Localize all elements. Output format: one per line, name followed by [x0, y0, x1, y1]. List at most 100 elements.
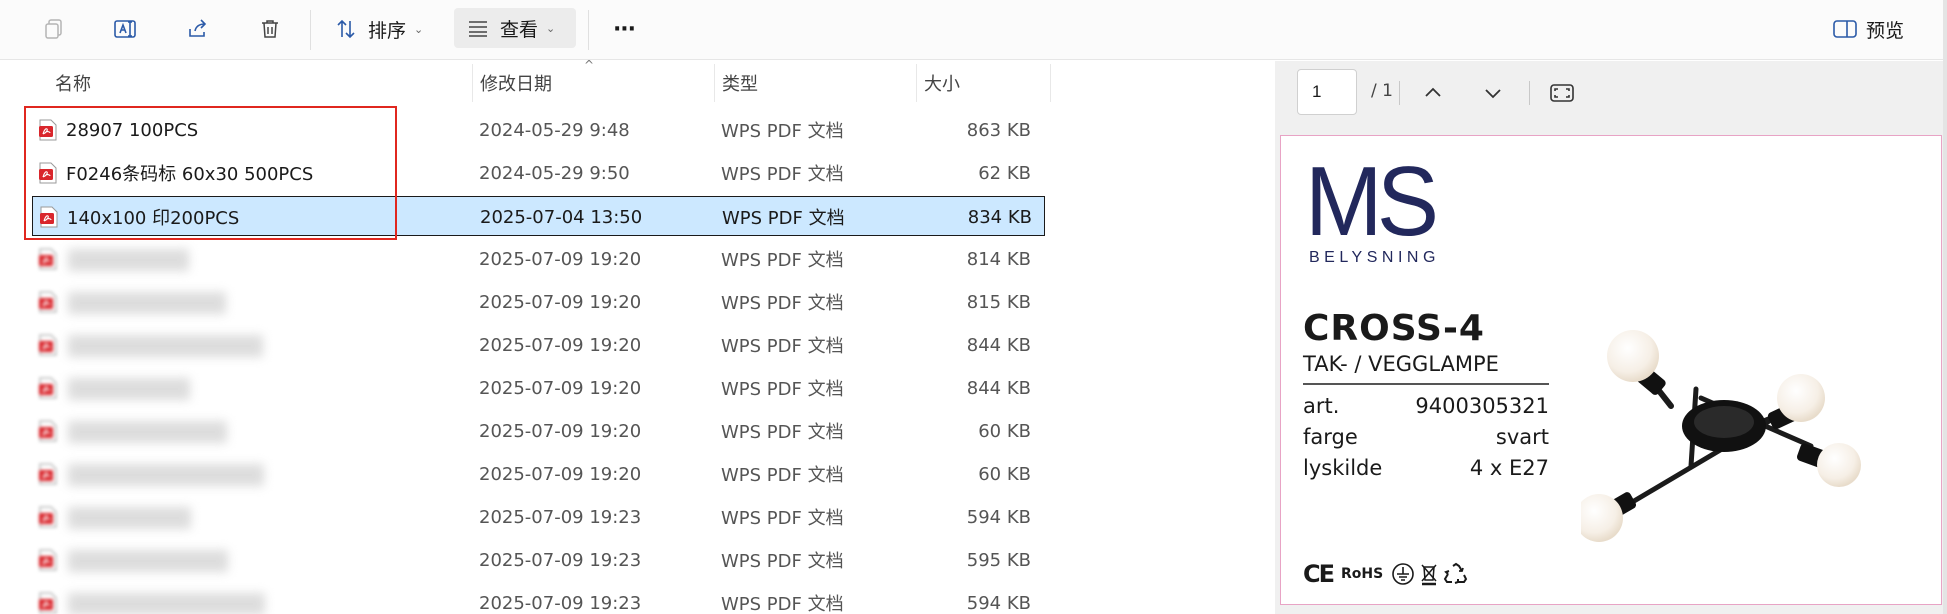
rename-button[interactable]: [106, 12, 146, 46]
column-header-size-label: 大小: [924, 74, 960, 95]
toolbar-divider: [310, 10, 311, 50]
column-header-type-label: 类型: [722, 74, 758, 95]
redacted-file-name: [68, 292, 226, 314]
sort-icon: [337, 19, 355, 39]
file-size-cell: 844 KB: [966, 334, 1031, 356]
rohs-mark: RoHS: [1341, 566, 1384, 582]
file-type-cell: WPS PDF 文档: [721, 465, 844, 486]
file-size-cell: 594 KB: [966, 506, 1031, 528]
preview-pane-button[interactable]: 预览: [1832, 12, 1922, 46]
table-row[interactable]: 2025-07-09 19:20 WPS PDF 文档 814 KB: [32, 239, 1045, 279]
window-edge-scrollbar[interactable]: [1943, 0, 1947, 614]
pdf-file-icon: [39, 291, 57, 313]
view-button[interactable]: 查看 ⌄: [454, 8, 576, 48]
file-name-cell: F0246条码标 60x30 500PCS: [38, 153, 458, 193]
file-type-cell: WPS PDF 文档: [721, 594, 844, 614]
file-date-cell: 2025-07-04 13:50: [480, 206, 643, 228]
redacted-file-name: [68, 335, 263, 357]
table-row[interactable]: 2025-07-09 19:20 WPS PDF 文档 844 KB: [32, 325, 1045, 365]
column-header-size[interactable]: 大小: [924, 61, 1044, 105]
file-name-cell: 28907 100PCS: [38, 110, 458, 150]
spec-row: art. 9400305321: [1303, 394, 1549, 424]
file-date-cell: 2025-07-09 19:23: [479, 506, 642, 528]
preview-toolbar: 1 / 1: [1275, 61, 1947, 125]
delete-button[interactable]: [250, 12, 290, 46]
file-type-cell: WPS PDF 文档: [721, 336, 844, 357]
spec-value: 4 x E27: [1469, 456, 1549, 480]
share-button[interactable]: [178, 12, 218, 46]
chevron-down-icon: [1485, 89, 1501, 99]
table-row[interactable]: 2025-07-09 19:23 WPS PDF 文档 594 KB: [32, 497, 1045, 537]
fit-page-icon: [1550, 84, 1574, 102]
file-name-cell: [38, 325, 458, 365]
column-divider[interactable]: [714, 64, 715, 102]
table-row[interactable]: 2025-07-09 19:23 WPS PDF 文档 595 KB: [32, 540, 1045, 580]
pdf-file-icon: [39, 420, 57, 442]
column-divider[interactable]: [916, 64, 917, 102]
view-label: 查看: [500, 18, 539, 41]
file-date-cell: 2025-07-09 19:23: [479, 549, 642, 571]
spec-key: lyskilde: [1303, 456, 1383, 480]
product-type: TAK- / VEGGLAMPE: [1303, 352, 1499, 376]
file-name: 140x100 印200PCS: [67, 208, 240, 229]
previous-page-button[interactable]: [1421, 81, 1445, 109]
product-name: CROSS-4: [1303, 308, 1485, 349]
table-row[interactable]: 2025-07-09 19:20 WPS PDF 文档 815 KB: [32, 282, 1045, 322]
file-size-cell: 834 KB: [967, 206, 1032, 228]
file-type-cell: WPS PDF 文档: [721, 551, 844, 572]
column-header-name[interactable]: 名称: [55, 61, 465, 105]
column-divider[interactable]: [472, 64, 473, 102]
toolbar-divider: [588, 10, 589, 50]
ce-mark: CE: [1303, 560, 1335, 588]
file-type-cell: WPS PDF 文档: [721, 121, 844, 142]
file-date-cell: 2025-07-09 19:20: [479, 248, 642, 270]
table-row[interactable]: F0246条码标 60x30 500PCS 2024-05-29 9:50 WPS …: [32, 153, 1045, 193]
file-name-cell: [38, 239, 458, 279]
chevron-up-icon: [1425, 87, 1441, 97]
column-header-date-label: 修改日期: [480, 74, 552, 95]
product-divider: [1303, 383, 1549, 385]
next-page-button[interactable]: [1481, 81, 1505, 109]
file-size-cell: 60 KB: [978, 420, 1031, 442]
table-row[interactable]: 2025-07-09 19:23 WPS PDF 文档 594 KB: [32, 583, 1045, 614]
pdf-file-icon: [39, 592, 57, 614]
redacted-file-name: [68, 421, 227, 443]
file-type-cell: WPS PDF 文档: [721, 508, 844, 529]
table-row[interactable]: 28907 100PCS 2024-05-29 9:48 WPS PDF 文档 863…: [32, 110, 1045, 150]
file-size-cell: 62 KB: [978, 162, 1031, 184]
pdf-file-icon: [39, 248, 57, 270]
more-button[interactable]: ···: [604, 12, 644, 46]
file-name-cell: [38, 497, 458, 537]
redacted-file-name: [68, 378, 190, 400]
copy-button[interactable]: [34, 12, 74, 46]
table-row[interactable]: 2025-07-09 19:20 WPS PDF 文档 844 KB: [32, 368, 1045, 408]
file-size-cell: 814 KB: [966, 248, 1031, 270]
rename-icon: [114, 20, 136, 38]
fit-page-button[interactable]: [1549, 81, 1575, 109]
column-header-date[interactable]: 修改日期: [480, 61, 710, 105]
preview-toolbar-divider: [1529, 81, 1530, 105]
page-number-input[interactable]: 1: [1297, 69, 1357, 115]
brand-logo: MS: [1305, 146, 1439, 256]
file-date-cell: 2024-05-29 9:50: [479, 162, 630, 184]
file-type-cell: WPS PDF 文档: [721, 379, 844, 400]
spec-value: 9400305321: [1415, 394, 1549, 418]
file-name-cell: [38, 411, 458, 451]
file-date-cell: 2024-05-29 9:48: [479, 119, 630, 141]
table-row[interactable]: 140x100 印200PCS 2025-07-04 13:50 WPS PDF 文…: [32, 196, 1045, 236]
chevron-down-icon: ⌄: [414, 22, 424, 36]
file-name-cell: [38, 583, 458, 614]
table-row[interactable]: 2025-07-09 19:20 WPS PDF 文档 60 KB: [32, 411, 1045, 451]
recycle-icon: [1444, 562, 1468, 584]
spec-key: art.: [1303, 394, 1340, 418]
file-date-cell: 2025-07-09 19:23: [479, 592, 642, 614]
column-header-type[interactable]: 类型: [722, 61, 912, 105]
sort-button[interactable]: 排序 ⌄: [326, 12, 436, 46]
file-name: 28907 100PCS: [66, 119, 199, 141]
column-divider[interactable]: [1050, 64, 1051, 102]
table-row[interactable]: 2025-07-09 19:20 WPS PDF 文档 60 KB: [32, 454, 1045, 494]
pdf-page-preview[interactable]: MS BELYSNING CROSS-4 TAK- / VEGGLAMPE ar…: [1280, 135, 1942, 605]
pdf-file-icon: [39, 506, 57, 528]
file-type-cell: WPS PDF 文档: [721, 164, 844, 185]
share-icon: [189, 19, 207, 37]
